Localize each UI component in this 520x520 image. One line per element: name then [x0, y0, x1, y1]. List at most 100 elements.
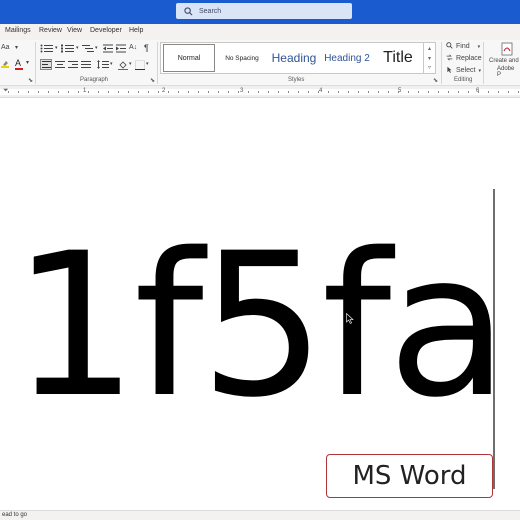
chevron-down-icon[interactable]: ▾: [76, 45, 79, 51]
borders-icon[interactable]: [135, 60, 145, 72]
select-button[interactable]: Select ▾: [446, 66, 481, 75]
ruler-number: 1: [83, 88, 87, 94]
increase-indent-icon[interactable]: [116, 44, 126, 55]
select-label: Select: [456, 67, 476, 74]
ruler-tick: [198, 91, 199, 93]
search-icon: [446, 42, 453, 51]
horizontal-ruler[interactable]: 1 2 3 4 5 6 ⏷: [0, 86, 520, 98]
ruler-tick: [338, 91, 339, 93]
styles-dialog-launcher-icon[interactable]: ⬊: [433, 77, 438, 84]
tab-mailings[interactable]: Mailings: [5, 27, 31, 34]
bullets-icon[interactable]: [40, 44, 54, 55]
ruler-number: 2: [162, 88, 166, 94]
ms-word-badge: MS Word: [326, 454, 493, 498]
cursor-arrow-icon: [446, 66, 453, 75]
font-color-icon[interactable]: A: [15, 58, 21, 68]
ruler-tick: [148, 91, 149, 93]
shading-icon[interactable]: [118, 60, 128, 72]
tab-help[interactable]: Help: [129, 27, 143, 34]
search-box[interactable]: Search: [176, 3, 352, 19]
chevron-down-icon[interactable]: ▾: [428, 55, 431, 62]
mouse-pointer-icon: [346, 309, 354, 328]
more-styles-icon[interactable]: ▿: [428, 64, 431, 71]
ruler-tick: [328, 91, 329, 93]
status-bar: ead to go: [0, 510, 520, 520]
ruler-tick: [278, 91, 279, 93]
ruler-tick: [158, 91, 159, 93]
style-heading-1[interactable]: Heading: [267, 43, 321, 73]
ruler-tick: [118, 91, 119, 93]
sort-icon[interactable]: A↓: [129, 44, 137, 51]
ruler-tick: [348, 91, 349, 93]
replace-button[interactable]: Replace: [446, 54, 482, 63]
find-button[interactable]: Find ▾: [446, 42, 480, 51]
ruler-tick: [248, 91, 249, 93]
ruler-tick: [28, 91, 29, 93]
ruler-tick: [38, 91, 39, 93]
chevron-down-icon[interactable]: ▾: [146, 61, 149, 67]
style-heading-2[interactable]: Heading 2: [321, 43, 373, 73]
styles-scrollbar[interactable]: ▴ ▾ ▿: [423, 43, 435, 73]
ruler-tick: [78, 91, 79, 93]
ribbon-separator: [483, 42, 484, 84]
ruler-tick: [508, 91, 509, 93]
chevron-down-icon[interactable]: ▾: [478, 44, 481, 50]
ruler-tick: [128, 91, 129, 93]
adobe-pdf-icon[interactable]: [500, 42, 514, 58]
tab-developer[interactable]: Developer: [90, 27, 122, 34]
create-adobe-pdf-label-1[interactable]: Create and: [489, 58, 519, 64]
ruler-tick: [208, 91, 209, 93]
multilevel-list-icon[interactable]: [82, 44, 94, 55]
style-title[interactable]: Title: [373, 43, 423, 73]
document-page[interactable]: 1f5fa MS Word: [0, 99, 520, 510]
chevron-down-icon[interactable]: ▾: [110, 61, 113, 67]
create-adobe-pdf-label-2[interactable]: Adobe P: [497, 66, 520, 78]
ruler-tick: [108, 91, 109, 93]
ribbon-tabs: Mailings Review View Developer Help: [0, 24, 520, 40]
chevron-down-icon[interactable]: ▾: [95, 45, 98, 51]
style-no-spacing[interactable]: No Spacing: [218, 43, 266, 73]
paragraph-dialog-launcher-icon[interactable]: ⬊: [150, 77, 155, 84]
style-normal[interactable]: Normal: [163, 44, 215, 72]
ribbon-separator: [35, 42, 36, 84]
ruler-tick: [178, 91, 179, 93]
chevron-down-icon[interactable]: ▾: [15, 44, 18, 51]
align-center-icon[interactable]: [55, 60, 65, 71]
font-color-bar: [15, 68, 23, 70]
highlight-icon[interactable]: [0, 59, 10, 71]
tab-review[interactable]: Review: [39, 27, 62, 34]
align-right-icon[interactable]: [68, 60, 78, 71]
ruler-tick: [398, 91, 399, 93]
align-left-button[interactable]: [40, 59, 52, 70]
document-text[interactable]: 1f5fa: [12, 227, 509, 425]
show-formatting-button[interactable]: ¶: [144, 43, 149, 53]
ruler-tick: [68, 91, 69, 93]
ruler-tick: [378, 91, 379, 93]
tab-view[interactable]: View: [67, 27, 82, 34]
chevron-down-icon[interactable]: ▾: [129, 61, 132, 67]
ruler-tick: [258, 91, 259, 93]
ruler-tick: [228, 91, 229, 93]
ruler-tick: [188, 91, 189, 93]
editing-group-label: Editing: [454, 77, 473, 83]
chevron-down-icon[interactable]: ▾: [478, 68, 481, 74]
chevron-down-icon[interactable]: ▾: [26, 59, 29, 66]
ruler-tick: [488, 91, 489, 93]
status-text: ead to go: [2, 512, 28, 518]
ruler-tick: [18, 91, 19, 93]
ruler-number: 4: [319, 88, 323, 94]
styles-group-label: Styles: [288, 77, 305, 83]
ruler-tick: [268, 91, 269, 93]
chevron-down-icon[interactable]: ▾: [55, 45, 58, 51]
decrease-indent-icon[interactable]: [103, 44, 113, 55]
change-case-button[interactable]: Aa: [1, 44, 10, 51]
font-dialog-launcher-icon[interactable]: ⬊: [28, 77, 33, 84]
justify-icon[interactable]: [81, 60, 91, 71]
search-placeholder: Search: [199, 7, 222, 15]
ruler-tick: [368, 91, 369, 93]
ruler-tick: [428, 91, 429, 93]
numbering-icon[interactable]: [61, 44, 75, 55]
line-spacing-icon[interactable]: [97, 60, 109, 71]
ruler-tick: [418, 91, 419, 93]
chevron-up-icon[interactable]: ▴: [428, 45, 431, 52]
